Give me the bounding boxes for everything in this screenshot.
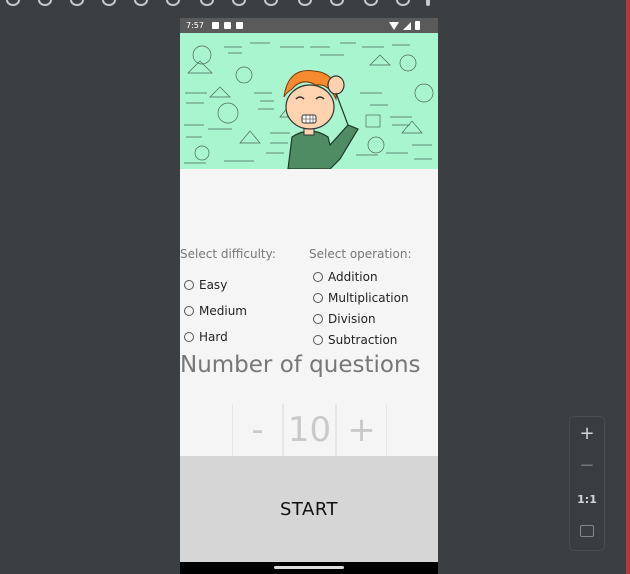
operation-title: Select operation: [309, 247, 412, 261]
volume-down-icon[interactable] [70, 0, 84, 6]
navigation-bar [180, 562, 438, 574]
radio-label: Addition [328, 270, 378, 284]
radio-circle-icon[interactable] [184, 332, 194, 342]
screenshot-icon[interactable] [166, 0, 180, 6]
home-icon[interactable] [232, 0, 246, 6]
notification-icon [212, 22, 219, 29]
overview-icon[interactable] [264, 0, 278, 6]
question-count-stepper: - 10 + [232, 404, 387, 456]
notification-icon [224, 22, 231, 29]
system-icons [389, 21, 420, 30]
radio-circle-icon[interactable] [313, 314, 323, 324]
radio-easy[interactable]: Easy [184, 278, 227, 292]
more-icon[interactable] [426, 0, 430, 6]
decrement-button[interactable]: - [232, 404, 283, 456]
radio-label: Division [328, 312, 376, 326]
video-icon[interactable] [330, 0, 344, 6]
radio-addition[interactable]: Addition [313, 270, 378, 284]
back-icon[interactable] [200, 0, 214, 6]
increment-button[interactable]: + [336, 404, 387, 456]
phone-screen: 7:57 Select difficulty: Easy Medium Hard… [180, 18, 438, 574]
radio-circle-icon[interactable] [313, 293, 323, 303]
fold-icon[interactable] [364, 0, 378, 6]
zoom-ratio-button[interactable]: 1:1 [570, 493, 604, 506]
start-button[interactable]: START [180, 456, 438, 562]
notification-icon [236, 22, 243, 29]
radio-circle-icon[interactable] [313, 272, 323, 282]
history-icon[interactable] [396, 0, 410, 6]
radio-label: Hard [199, 330, 228, 344]
camera-icon[interactable] [298, 0, 312, 6]
status-bar: 7:57 [180, 18, 438, 33]
power-icon[interactable] [6, 0, 20, 6]
radio-multiplication[interactable]: Multiplication [313, 291, 409, 305]
signal-icon [403, 21, 411, 30]
radio-hard[interactable]: Hard [184, 330, 228, 344]
rotate-right-icon[interactable] [134, 0, 148, 6]
radio-label: Subtraction [328, 333, 398, 347]
status-time: 7:57 [186, 21, 204, 30]
window-edge [626, 0, 630, 574]
radio-subtraction[interactable]: Subtraction [313, 333, 397, 347]
radio-label: Medium [199, 304, 247, 318]
zoom-out-button[interactable]: − [570, 455, 604, 476]
math-banner-image [180, 33, 438, 169]
battery-icon [415, 21, 420, 30]
home-gesture-pill[interactable] [274, 566, 344, 569]
volume-up-icon[interactable] [38, 0, 52, 6]
emulator-toolbar [0, 0, 630, 12]
notification-icons [212, 22, 243, 29]
fit-screen-icon[interactable] [580, 525, 594, 537]
math-boy-illustration [184, 42, 434, 169]
question-count-value[interactable]: 10 [283, 404, 336, 456]
zoom-panel: + − 1:1 [569, 416, 605, 551]
zoom-in-button[interactable]: + [570, 423, 604, 444]
start-button-label: START [279, 498, 339, 520]
radio-circle-icon[interactable] [184, 306, 194, 316]
radio-label: Multiplication [328, 291, 409, 305]
number-of-questions-title: Number of questions [180, 352, 421, 378]
radio-medium[interactable]: Medium [184, 304, 247, 318]
wifi-icon [389, 21, 399, 30]
rotate-left-icon[interactable] [102, 0, 116, 6]
radio-circle-icon[interactable] [313, 335, 323, 345]
radio-division[interactable]: Division [313, 312, 376, 326]
difficulty-title: Select difficulty: [180, 247, 276, 261]
radio-label: Easy [199, 278, 228, 292]
radio-circle-icon[interactable] [184, 280, 194, 290]
